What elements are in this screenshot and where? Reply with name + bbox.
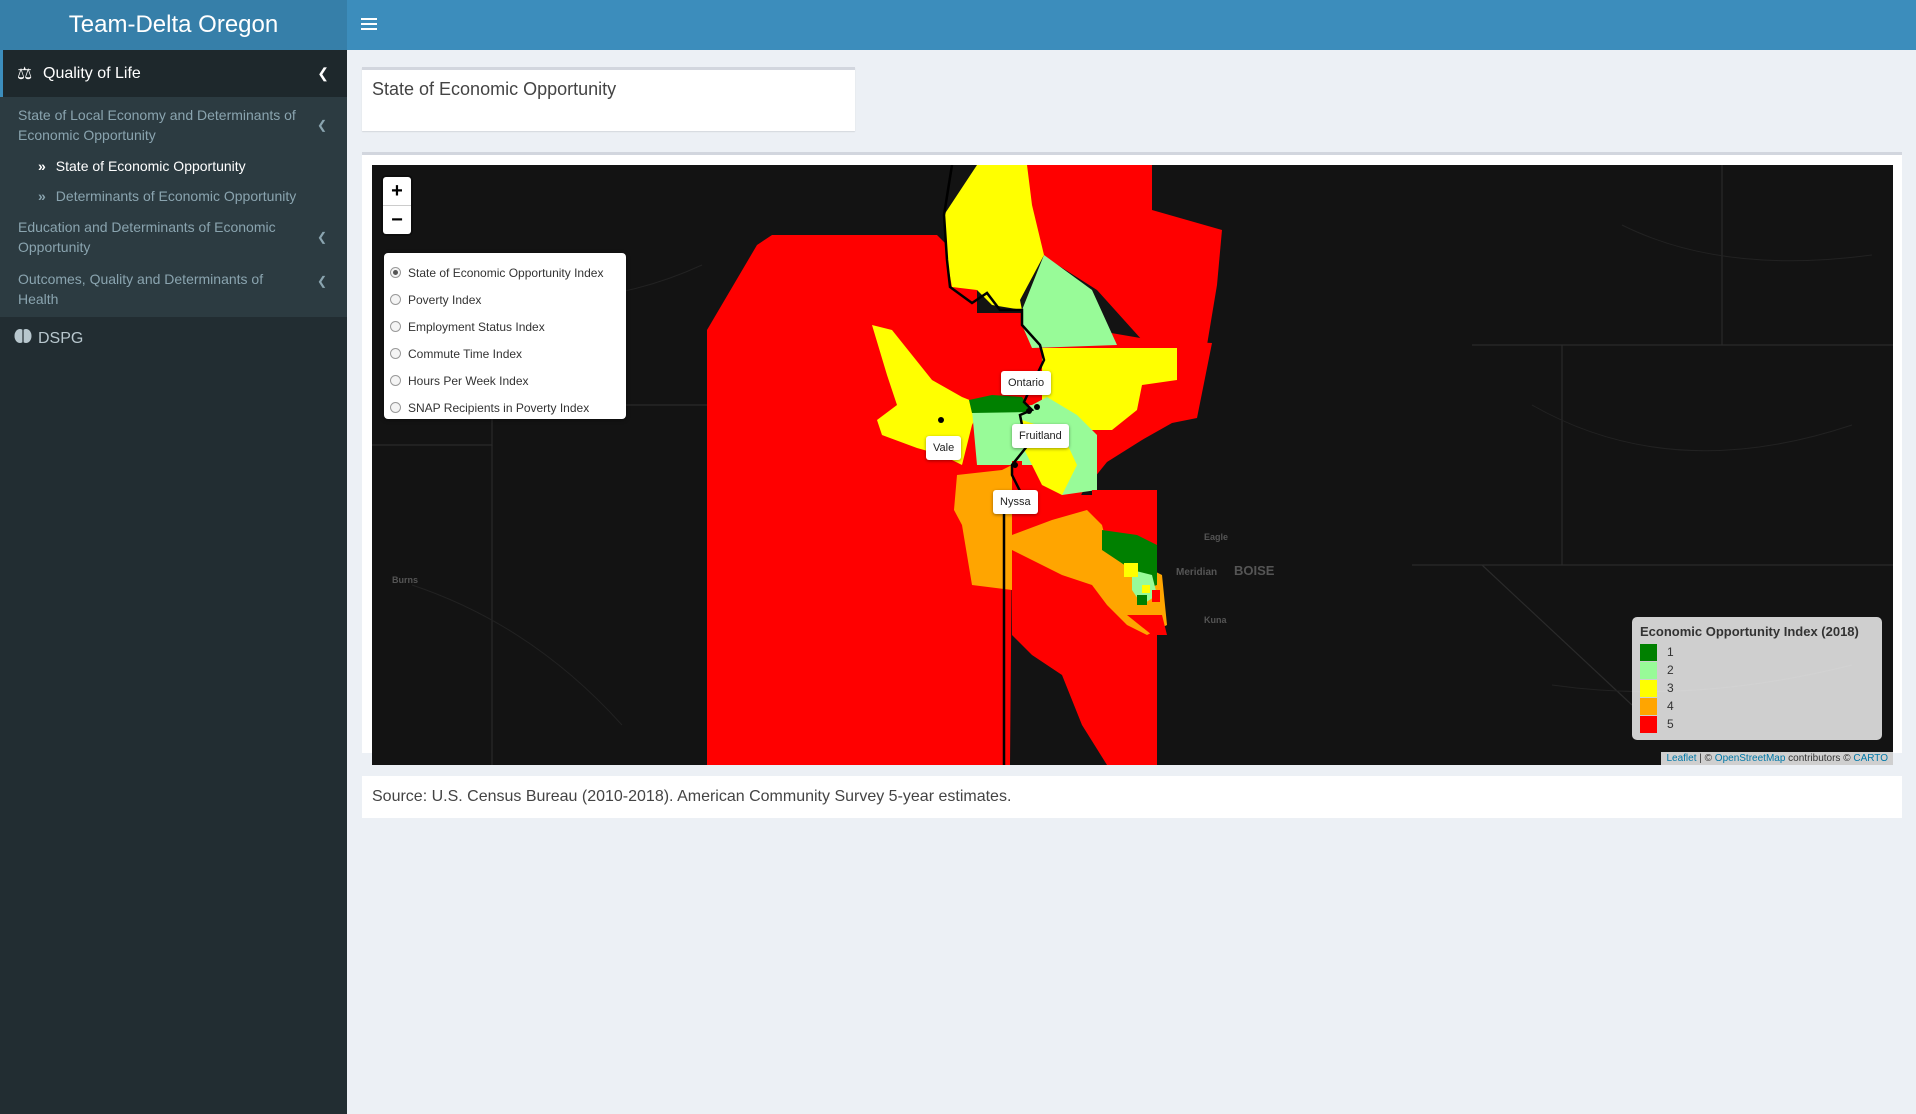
basemap-label: Eagle	[1204, 532, 1229, 542]
legend-entry: 5	[1640, 715, 1874, 733]
chevron-left-icon: ❮	[316, 230, 327, 244]
legend-label: 1	[1667, 645, 1674, 659]
zoom-in-button[interactable]: +	[383, 177, 411, 206]
sidebar-item-health[interactable]: Outcomes, Quality and Determinants of He…	[0, 263, 347, 315]
city-label-nyssa: Nyssa	[993, 490, 1038, 514]
page-title: State of Economic Opportunity	[372, 79, 617, 99]
layer-option[interactable]: Poverty Index	[384, 286, 626, 313]
sidebar-item-label: Education and Determinants of Economic O…	[18, 219, 276, 255]
sidebar-item-label: Outcomes, Quality and Determinants of He…	[18, 271, 264, 307]
city-label-fruitland: Fruitland	[1012, 424, 1069, 448]
attribution-text: contributors ©	[1785, 753, 1854, 764]
legend-swatch	[1640, 715, 1657, 733]
attribution-text: | ©	[1696, 753, 1715, 764]
layer-option[interactable]: Employment Status Index	[384, 313, 626, 340]
zoom-control: + −	[383, 177, 411, 234]
map-box: Burns Eagle Meridian BOISE Kuna + − Stat…	[362, 152, 1902, 765]
radio-selected[interactable]	[390, 267, 401, 278]
sidebar-item-education[interactable]: Education and Determinants of Economic O…	[0, 211, 347, 263]
layer-control: State of Economic Opportunity Index Pove…	[384, 253, 626, 419]
legend-label: 3	[1667, 681, 1674, 695]
legend-entry: 4	[1640, 697, 1874, 715]
sidebar-toggle-icon[interactable]	[361, 15, 377, 35]
sidebar-item-label: State of Economic Opportunity	[55, 158, 246, 174]
legend-swatch	[1640, 679, 1657, 697]
basemap-label: Meridian	[1176, 567, 1218, 578]
top-navbar	[347, 0, 1916, 50]
sidebar: ⚖ Quality of Life ❮ State of Local Econo…	[0, 50, 347, 1114]
legend-swatch	[1640, 661, 1657, 679]
layer-label: Hours Per Week Index	[408, 373, 529, 388]
page-title-box: State of Economic Opportunity	[362, 67, 855, 131]
chevron-left-icon: ❮	[316, 274, 327, 288]
layer-label: Commute Time Index	[408, 346, 523, 361]
layer-option[interactable]: Hours Per Week Index	[384, 367, 626, 394]
sidebar-item-state-of-economic-opportunity[interactable]: » State of Economic Opportunity	[0, 151, 347, 181]
layer-option[interactable]: Commute Time Index	[384, 340, 626, 367]
sidebar-item-quality-of-life[interactable]: ⚖ Quality of Life ❮	[0, 50, 347, 97]
source-box: Source: U.S. Census Bureau (2010-2018). …	[362, 776, 1902, 818]
legend-label: 5	[1667, 717, 1674, 731]
leaflet-link[interactable]: Leaflet	[1666, 753, 1696, 764]
balance-scale-icon: ⚖	[17, 63, 33, 83]
layer-option[interactable]: State of Economic Opportunity Index	[384, 259, 626, 286]
legend-title: Economic Opportunity Index (2018)	[1640, 624, 1859, 639]
legend-entry: 3	[1640, 679, 1874, 697]
angle-double-right-icon: »	[38, 158, 46, 174]
sidebar-item-label: DSPG	[38, 329, 84, 347]
basemap-label: BOISE	[1234, 563, 1275, 578]
legend-label: 4	[1667, 699, 1674, 713]
legend-entry: 1	[1640, 643, 1874, 661]
layer-label: Employment Status Index	[408, 319, 545, 334]
sidebar-item-label: State of Local Economy and Determinants …	[18, 107, 296, 143]
city-label-vale: Vale	[926, 436, 962, 460]
layer-label: SNAP Recipients in Poverty Index	[408, 400, 590, 415]
brain-icon	[14, 328, 32, 349]
layer-label: State of Economic Opportunity Index	[408, 265, 604, 280]
chevron-left-icon: ❮	[317, 65, 329, 81]
legend-label: 2	[1667, 663, 1674, 677]
choropleth-map[interactable]: Burns Eagle Meridian BOISE Kuna + − Stat…	[372, 165, 1893, 765]
map-legend: Economic Opportunity Index (2018) 1 2 3 …	[1632, 617, 1882, 740]
basemap-label: Kuna	[1204, 615, 1227, 625]
sidebar-item-local-economy[interactable]: State of Local Economy and Determinants …	[0, 99, 347, 151]
carto-link[interactable]: CARTO	[1853, 753, 1888, 764]
radio-unselected[interactable]	[390, 294, 401, 305]
layer-option[interactable]: SNAP Recipients in Poverty Index	[384, 394, 626, 421]
source-text: Source: U.S. Census Bureau (2010-2018). …	[372, 788, 1012, 805]
radio-unselected[interactable]	[390, 375, 401, 386]
legend-entry: 2	[1640, 661, 1874, 679]
basemap-label: Burns	[392, 575, 419, 585]
layer-label: Poverty Index	[408, 292, 482, 307]
radio-unselected[interactable]	[390, 402, 401, 413]
sidebar-submenu: State of Local Economy and Determinants …	[0, 97, 347, 317]
app-brand[interactable]: Team-Delta Oregon	[0, 0, 347, 50]
legend-swatch	[1640, 697, 1657, 715]
chevron-left-icon: ❮	[316, 118, 327, 132]
legend-swatch	[1640, 643, 1657, 661]
sidebar-item-determinants-of-economic-opportunity[interactable]: » Determinants of Economic Opportunity	[0, 181, 347, 211]
zoom-out-button[interactable]: −	[383, 206, 411, 234]
sidebar-item-label: Quality of Life	[43, 64, 141, 82]
sidebar-item-dspg[interactable]: DSPG	[0, 317, 347, 360]
sidebar-item-label: Determinants of Economic Opportunity	[55, 188, 297, 204]
radio-unselected[interactable]	[390, 321, 401, 332]
osm-link[interactable]: OpenStreetMap	[1715, 753, 1786, 764]
map-attribution: Leaflet | © OpenStreetMap contributors ©…	[1661, 752, 1893, 765]
city-label-ontario: Ontario	[1001, 371, 1052, 395]
angle-double-right-icon: »	[38, 188, 46, 204]
radio-unselected[interactable]	[390, 348, 401, 359]
